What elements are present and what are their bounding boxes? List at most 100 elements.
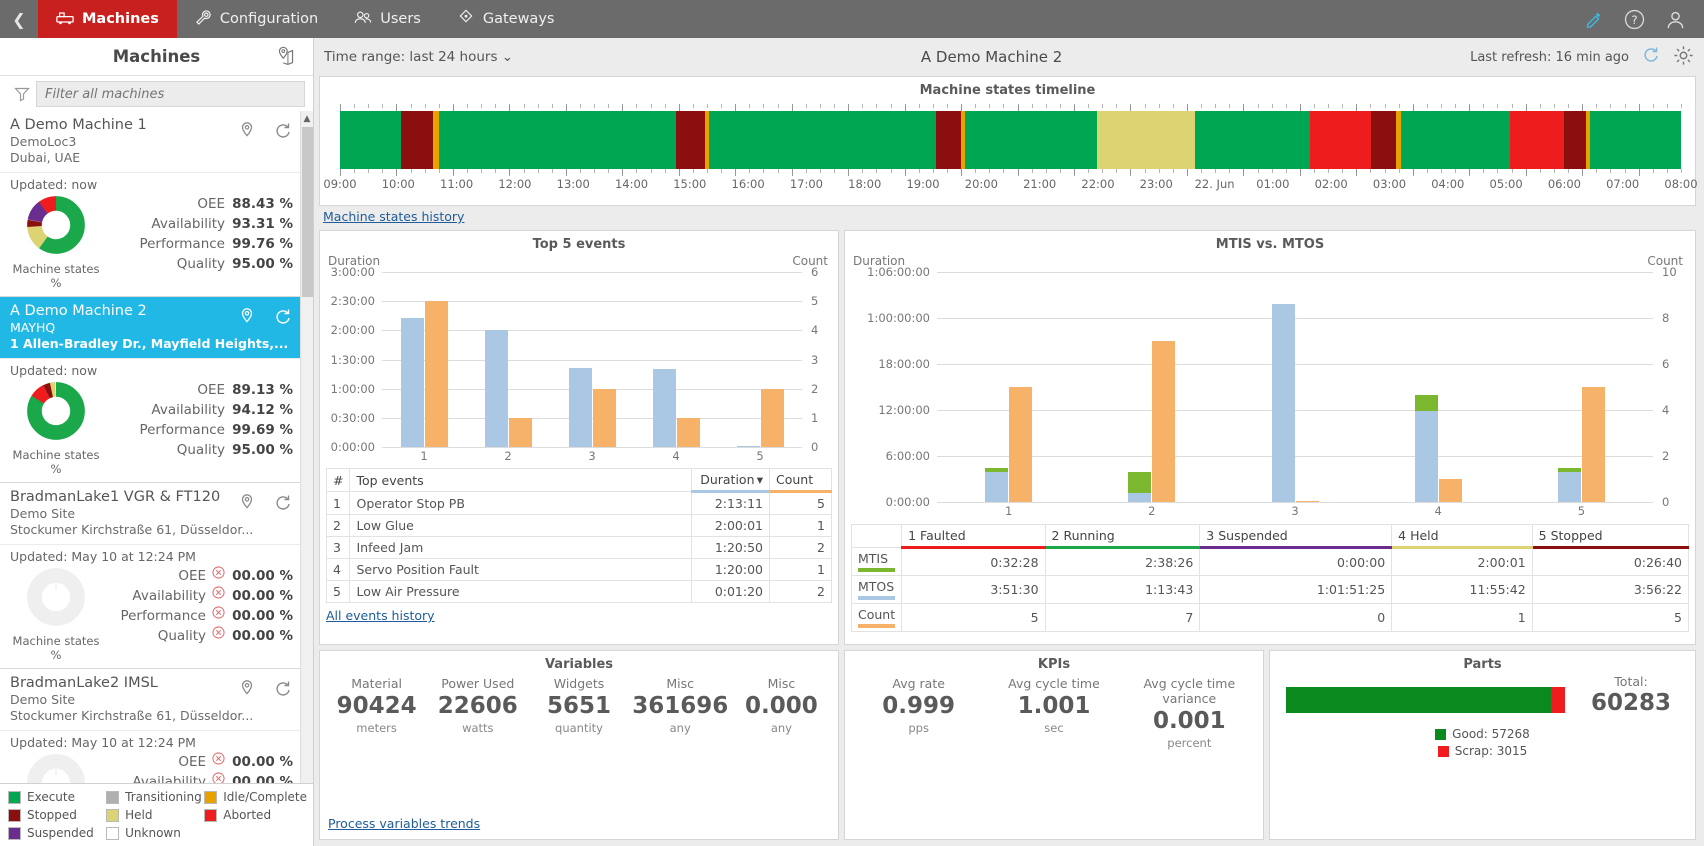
- chart-bar[interactable]: [1557, 468, 1581, 502]
- machine-header[interactable]: A Demo Machine 2 MAYHQ 1 Allen-Bradley D…: [0, 297, 301, 358]
- table-row[interactable]: 1 Operator Stop PB 2:13:11 5: [325, 491, 832, 515]
- list-item[interactable]: A Demo Machine 2 MAYHQ 1 Allen-Bradley D…: [0, 297, 301, 483]
- nav-tab-configuration[interactable]: Configuration: [177, 0, 336, 38]
- metric-value: 22606: [437, 693, 518, 719]
- row-index: 1: [325, 491, 351, 515]
- refresh-icon[interactable]: [273, 121, 293, 145]
- top5-x-labels: 1 2 3 4 5: [382, 449, 802, 463]
- col-state[interactable]: 2 Running: [1044, 524, 1201, 549]
- row-color-bar: [858, 596, 896, 600]
- timeline-segment[interactable]: [400, 111, 433, 169]
- chart-bar[interactable]: [1152, 341, 1176, 502]
- chart-bar[interactable]: [400, 317, 424, 447]
- chart-bar[interactable]: [424, 301, 448, 447]
- timeline-segment[interactable]: [1371, 111, 1396, 169]
- col-state[interactable]: 1 Faulted: [901, 524, 1046, 549]
- nav-tab-users[interactable]: Users: [336, 0, 439, 38]
- chart-bar[interactable]: [1295, 500, 1319, 502]
- account-icon[interactable]: [1665, 9, 1686, 30]
- timeline-segment[interactable]: [709, 111, 937, 169]
- axis-tick: [1059, 104, 1061, 108]
- machine-header[interactable]: BradmanLake2 IMSL Demo Site Stockumer Ki…: [0, 669, 301, 730]
- chart-bar[interactable]: [508, 417, 532, 447]
- axis-tick: [1568, 104, 1570, 108]
- chart-bar[interactable]: [652, 369, 676, 447]
- chart-bar[interactable]: [484, 330, 508, 447]
- timeline-segment[interactable]: [965, 111, 1098, 169]
- machine-header[interactable]: A Demo Machine 1 DemoLoc3 Dubai, UAE: [0, 111, 301, 172]
- gear-icon[interactable]: [1673, 45, 1694, 70]
- location-icon[interactable]: [237, 307, 257, 331]
- refresh-icon[interactable]: [273, 493, 293, 517]
- timeline-segment[interactable]: [676, 111, 705, 169]
- list-item[interactable]: BradmanLake2 IMSL Demo Site Stockumer Ki…: [0, 669, 301, 783]
- col-state[interactable]: 4 Held: [1391, 524, 1533, 549]
- chart-bar[interactable]: [760, 388, 784, 447]
- sort-desc-icon[interactable]: ▾: [757, 472, 763, 487]
- sidebar-scrollbar[interactable]: ▲: [300, 111, 313, 783]
- nav-tab-machines[interactable]: Machines: [38, 0, 177, 38]
- refresh-icon[interactable]: [273, 679, 293, 703]
- y2-axis-tick-label: 3: [811, 352, 819, 367]
- search-input[interactable]: [36, 81, 305, 107]
- chart-bar[interactable]: [1438, 479, 1462, 502]
- timeline-segment[interactable]: [1589, 111, 1681, 169]
- chart-bar[interactable]: [1414, 395, 1438, 502]
- table-row[interactable]: 4 Servo Position Fault 1:20:00 1: [325, 558, 832, 581]
- timeline-segment[interactable]: [438, 111, 677, 169]
- metric-label: Performance: [139, 236, 225, 252]
- axis-tick: [1483, 104, 1485, 108]
- axis-tick: [1638, 104, 1640, 111]
- timeline-segment[interactable]: [1400, 111, 1511, 169]
- chart-bar[interactable]: [592, 388, 616, 447]
- axis-tick: [523, 104, 525, 108]
- scrollbar-thumb[interactable]: [302, 127, 313, 297]
- chart-bar[interactable]: [736, 445, 760, 447]
- nav-tab-gateways[interactable]: Gateways: [439, 0, 573, 38]
- scroll-up-button[interactable]: ▲: [301, 111, 313, 126]
- col-index[interactable]: #: [325, 468, 351, 492]
- location-icon[interactable]: [237, 121, 257, 145]
- all-events-history-link[interactable]: All events history: [326, 608, 435, 623]
- list-item[interactable]: BradmanLake1 VGR & FT120 Demo Site Stock…: [0, 483, 301, 669]
- timeline-segment[interactable]: [1510, 111, 1564, 169]
- table-row[interactable]: 5 Low Air Pressure 0:01:20 2: [325, 580, 832, 603]
- chart-bar[interactable]: [1009, 387, 1033, 502]
- chart-bar[interactable]: [1271, 303, 1295, 502]
- location-icon[interactable]: [237, 679, 257, 703]
- col-state[interactable]: 5 Stopped: [1531, 524, 1690, 549]
- chart-bar[interactable]: [985, 468, 1009, 502]
- row-count: 2: [769, 580, 832, 603]
- timeline-segment[interactable]: [1194, 111, 1311, 169]
- chart-bar[interactable]: [676, 417, 700, 447]
- col-duration[interactable]: Duration ▾: [691, 468, 770, 493]
- machine-header[interactable]: BradmanLake1 VGR & FT120 Demo Site Stock…: [0, 483, 301, 544]
- table-row[interactable]: 3 Infeed Jam 1:20:50 2: [325, 536, 832, 559]
- chart-bar[interactable]: [1581, 387, 1605, 502]
- time-range-selector[interactable]: Time range: last 24 hours ⌄: [324, 49, 513, 65]
- timeline-segment[interactable]: [1310, 111, 1372, 169]
- help-icon[interactable]: ?: [1624, 9, 1645, 30]
- y2-axis-tick-label: 10: [1662, 265, 1677, 279]
- y-axis-tick-label: 12:00:00: [878, 403, 930, 417]
- timeline-segment[interactable]: [340, 111, 401, 169]
- refresh-icon[interactable]: [1641, 45, 1661, 69]
- col-count[interactable]: Count: [769, 468, 832, 493]
- notification-icon[interactable]: [1584, 9, 1604, 29]
- table-row[interactable]: 2 Low Glue 2:00:01 1: [325, 514, 832, 537]
- machine-states-history-link[interactable]: Machine states history: [323, 209, 464, 224]
- list-item[interactable]: A Demo Machine 1 DemoLoc3 Dubai, UAE Upd…: [0, 111, 301, 297]
- col-state[interactable]: 3 Suspended: [1199, 524, 1393, 549]
- refresh-icon[interactable]: [273, 307, 293, 331]
- chart-bar[interactable]: [568, 368, 592, 447]
- process-variables-trends-link[interactable]: Process variables trends: [328, 816, 480, 831]
- chart-bar[interactable]: [1128, 472, 1152, 502]
- timeline-segment[interactable]: [1097, 111, 1195, 169]
- timeline-bar[interactable]: [340, 111, 1681, 169]
- location-icon[interactable]: [237, 493, 257, 517]
- col-event[interactable]: Top events: [349, 468, 692, 492]
- map-pin-icon[interactable]: [275, 45, 299, 73]
- back-button[interactable]: ❮: [0, 0, 38, 38]
- timeline-segment[interactable]: [1563, 111, 1586, 169]
- timeline-segment[interactable]: [936, 111, 961, 169]
